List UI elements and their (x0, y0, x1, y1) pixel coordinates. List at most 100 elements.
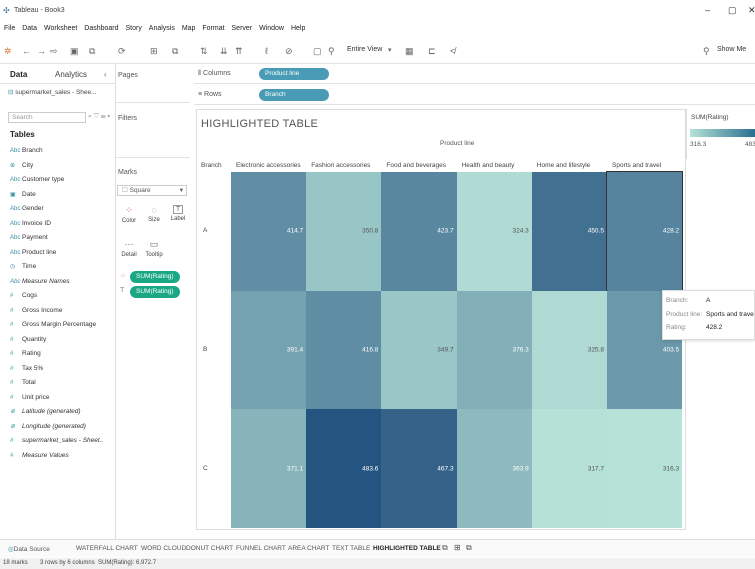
labels-icon[interactable]: ▢ (313, 46, 322, 57)
new-dashboard-icon[interactable]: ⊞ (454, 543, 461, 552)
minimize-button[interactable]: – (705, 5, 710, 15)
group-icon[interactable]: ⊘ (285, 46, 293, 57)
data-source-tab[interactable]: ◎Data Source (8, 545, 50, 553)
new-sheet-icon[interactable]: ⧉ (442, 543, 448, 553)
collapse-pane-icon[interactable]: ‹ (104, 70, 107, 79)
back-icon[interactable]: ← (22, 46, 31, 56)
field-gross-margin-percentage[interactable]: # Gross Margin Percentage (10, 321, 96, 328)
column-header[interactable]: Health and beauty (462, 162, 515, 169)
tab-funnel-chart[interactable]: FUNNEL CHART (236, 545, 286, 552)
pause-updates-icon[interactable]: ⟳ (118, 46, 126, 57)
label-pill[interactable]: SUM(Rating) (130, 286, 180, 298)
legend-gradient[interactable] (690, 129, 755, 137)
tab-analytics[interactable]: Analytics (55, 70, 87, 79)
device-icon[interactable]: ⊏ (428, 46, 436, 57)
color-button[interactable]: ⁘ Color (118, 205, 140, 224)
show-me-button[interactable]: Show Me (717, 46, 746, 53)
color-pill[interactable]: SUM(Rating) (130, 271, 180, 283)
row-header[interactable]: C (203, 465, 208, 472)
show-me-icon[interactable]: ⚲ (703, 46, 710, 57)
field-branch[interactable]: Abc Branch (10, 147, 43, 154)
heatmap-cell[interactable]: 416.8 (306, 290, 382, 410)
heatmap-cell[interactable]: 423.7 (381, 172, 457, 291)
tab-word-cloud[interactable]: WORD CLOUD (141, 545, 186, 552)
column-header[interactable]: Electronic accessories (236, 162, 301, 169)
heatmap-cell[interactable]: 428.2 (605, 171, 684, 292)
field-rating[interactable]: # Rating (10, 350, 41, 357)
field-supermarket-sales-sheet[interactable]: # supermarket_sales - Sheet.. (10, 437, 103, 444)
field-measure-values[interactable]: # Measure Values (10, 452, 69, 459)
fit-caret-icon[interactable]: ▾ (388, 46, 392, 54)
field-time[interactable]: ◷ Time (10, 263, 36, 270)
row-header[interactable]: B (203, 346, 207, 353)
field-latitude-generated[interactable]: ⊕ Latitude (generated) (10, 408, 81, 415)
heatmap-cell[interactable]: 371.1 (231, 409, 307, 529)
field-cogs[interactable]: # Cogs (10, 292, 37, 299)
menu-format[interactable]: Format (202, 25, 224, 32)
tab-donut-chart[interactable]: DONUT CHART (186, 545, 233, 552)
heatmap-cell[interactable]: 363.9 (456, 409, 532, 529)
field-tax-5[interactable]: # Tax 5% (10, 365, 43, 372)
tab-text-table[interactable]: TEXT TABLE (332, 545, 370, 552)
heatmap-cell[interactable]: 316.3 (607, 409, 683, 529)
row-header[interactable]: A (203, 227, 207, 234)
tableau-home-icon[interactable]: ✲ (4, 46, 12, 57)
heatmap-cell[interactable]: 350.8 (306, 172, 382, 291)
menu-map[interactable]: Map (182, 25, 196, 32)
field-date[interactable]: ▣ Date (10, 191, 36, 198)
size-button[interactable]: ◌ Size (143, 205, 165, 223)
heatmap-cell[interactable]: 324.3 (456, 172, 532, 291)
search-tools-icons[interactable]: ⌕ ▽ ☰ ▾ (88, 113, 110, 121)
tab-area-chart[interactable]: AREA CHART (288, 545, 329, 552)
label-button[interactable]: T Label (167, 205, 189, 222)
tab-data[interactable]: Data (10, 70, 27, 79)
field-gender[interactable]: Abc Gender (10, 205, 44, 212)
heatmap-cell[interactable]: 349.7 (381, 290, 457, 410)
forward-icon[interactable]: → (37, 46, 46, 56)
field-invoice-id[interactable]: Abc Invoice ID (10, 220, 51, 227)
new-story-icon[interactable]: ⧉ (466, 543, 472, 553)
swap-icon[interactable]: ⇅ (200, 46, 208, 57)
detail-button[interactable]: ⋯ Detail (118, 239, 140, 258)
highlight-icon[interactable]: ℓ (265, 46, 268, 56)
menu-file[interactable]: File (4, 25, 15, 32)
redo-icon[interactable]: ⇨ (50, 46, 58, 57)
field-customer-type[interactable]: Abc Customer type (10, 176, 64, 183)
save-icon[interactable]: ▣ (70, 46, 79, 57)
menu-story[interactable]: Story (125, 25, 141, 32)
field-payment[interactable]: Abc Payment (10, 234, 48, 241)
columns-pill[interactable]: Product line (259, 68, 329, 80)
heatmap-cell[interactable]: 467.3 (381, 409, 457, 529)
fit-select[interactable]: Entire View (347, 46, 382, 53)
field-total[interactable]: # Total (10, 379, 36, 386)
column-header[interactable]: Fashion accessories (311, 162, 370, 169)
field-measure-names[interactable]: Abc Measure Names (10, 278, 70, 285)
heatmap-cell[interactable]: 391.4 (231, 290, 307, 410)
field-city[interactable]: ⊕ City (10, 162, 33, 169)
rows-pill[interactable]: Branch (259, 89, 329, 101)
duplicate-icon[interactable]: ⧉ (172, 46, 178, 57)
tab-highlighted-table[interactable]: HIGHLIGHTED TABLE (373, 545, 441, 552)
column-header[interactable]: Sports and travel (612, 162, 661, 169)
field-longitude-generated[interactable]: ⊕ Longitude (generated) (10, 423, 86, 430)
new-worksheet-icon[interactable]: ⊞ (150, 46, 158, 57)
mark-type-select[interactable]: ☐ Square ▾ (117, 185, 187, 196)
field-product-line[interactable]: Abc Product line (10, 249, 56, 256)
presentation-icon[interactable]: ▦ (405, 46, 414, 57)
datasource-item[interactable]: ⊟ supermarket_sales - Shee... (8, 88, 97, 96)
field-unit-price[interactable]: # Unit price (10, 394, 49, 401)
maximize-button[interactable]: ▢ (728, 5, 737, 16)
tooltip-button[interactable]: ▭ Tooltip (143, 239, 165, 258)
sort-asc-icon[interactable]: ⇊ (220, 46, 228, 57)
column-header[interactable]: Home and lifestyle (537, 162, 590, 169)
new-datasource-icon[interactable]: ⧉ (89, 46, 95, 57)
tab-waterfall-chart[interactable]: WATERFALL CHART (76, 545, 138, 552)
heatmap-cell[interactable]: 414.7 (231, 172, 307, 291)
heatmap-cell[interactable]: 317.7 (531, 409, 607, 529)
close-button[interactable]: ✕ (748, 5, 755, 16)
menu-help[interactable]: Help (291, 25, 305, 32)
menu-dashboard[interactable]: Dashboard (84, 25, 118, 32)
field-quantity[interactable]: # Quantity (10, 336, 46, 343)
menu-server[interactable]: Server (232, 25, 253, 32)
column-header[interactable]: Food and beverages (386, 162, 446, 169)
